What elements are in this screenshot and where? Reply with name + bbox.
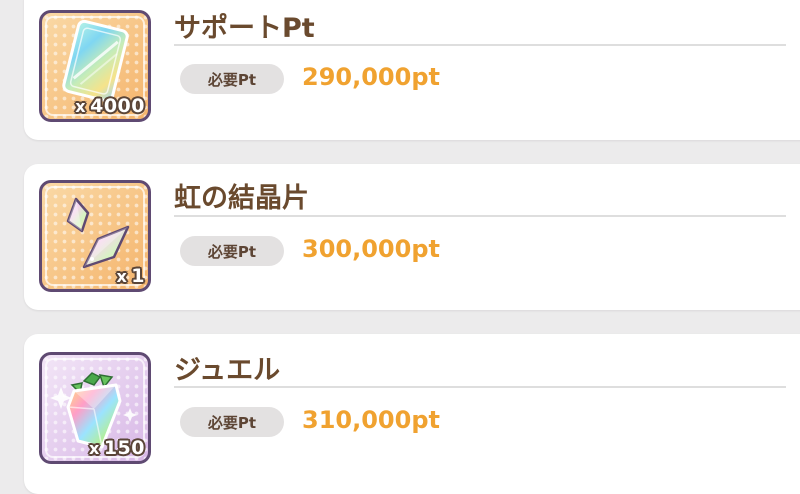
item-name: サポートPt bbox=[174, 13, 315, 44]
reward-item-jewel[interactable]: x 150 ジュエル 必要Pt 310,000pt bbox=[24, 334, 800, 494]
required-pt-badge: 必要Pt bbox=[180, 236, 284, 266]
divider bbox=[174, 386, 786, 388]
divider bbox=[174, 215, 786, 217]
reward-item-rainbow-crystal[interactable]: x1 虹の結晶片 必要Pt 300,000pt bbox=[24, 164, 800, 310]
required-pt-value: 290,000pt bbox=[302, 63, 440, 91]
required-pt-value: 300,000pt bbox=[302, 235, 440, 263]
divider bbox=[174, 44, 786, 46]
item-quantity: x1 bbox=[116, 265, 145, 287]
required-pt-value: 310,000pt bbox=[302, 406, 440, 434]
item-icon-frame: x1 bbox=[39, 180, 151, 292]
item-icon-frame: x 150 bbox=[39, 352, 151, 464]
required-pt-badge: 必要Pt bbox=[180, 407, 284, 437]
item-name: 虹の結晶片 bbox=[174, 183, 309, 214]
item-name: ジュエル bbox=[174, 355, 281, 386]
item-quantity: x 150 bbox=[89, 437, 145, 459]
reward-item-support-pt[interactable]: x 4000 サポートPt 必要Pt 290,000pt bbox=[24, 0, 800, 140]
required-pt-badge: 必要Pt bbox=[180, 64, 284, 94]
item-icon-frame: x 4000 bbox=[39, 10, 151, 122]
item-quantity: x 4000 bbox=[75, 95, 145, 117]
